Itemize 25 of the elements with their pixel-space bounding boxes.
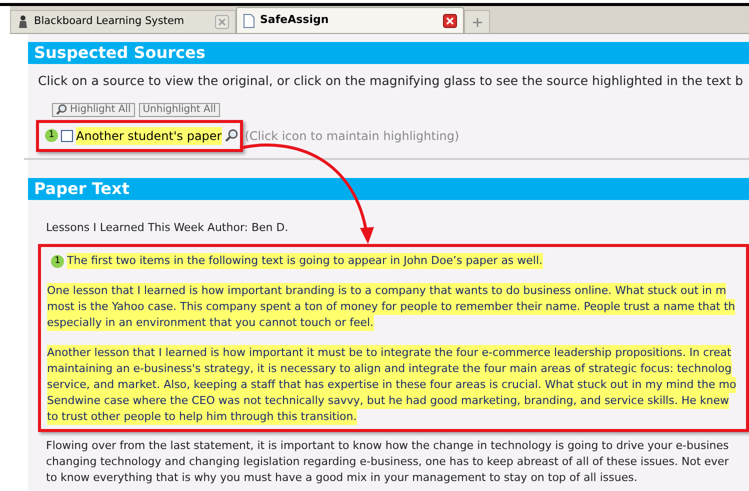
source-link[interactable]: Another student's paper: [76, 126, 222, 145]
new-tab-button[interactable]: [464, 10, 490, 33]
paragraph-line: to know everything that is why you must have a good mix in your management to stay on top of all issues.: [46, 470, 638, 486]
browser-tab[interactable]: Blackboard Learning System: [10, 10, 236, 33]
paper-heading: Lessons I Learned This Week Author: Ben D.: [45, 220, 290, 236]
page-icon: [243, 14, 255, 28]
magnifier-icon: [56, 104, 67, 116]
hint-text: (Click icon to maintain highlighting): [244, 128, 460, 145]
tab-label: SafeAssign: [260, 12, 330, 28]
close-icon[interactable]: [443, 14, 457, 28]
number-badge: 1: [45, 129, 58, 142]
section-header: Paper Text: [28, 178, 749, 200]
toolbar-button[interactable]: Highlight All: [52, 102, 135, 117]
tab-label: Blackboard Learning System: [34, 14, 186, 30]
magnifier-icon[interactable]: [224, 129, 238, 142]
paragraph-line: Flowing over from the last statement, it is important to know how the change in technology is going to drive your e-busines: [46, 438, 729, 454]
section-header: Suspected Sources: [28, 42, 749, 64]
checkbox[interactable]: [61, 130, 73, 142]
paragraph-line: changing technology and changing legislation regarding e-business, one has to keep abreast of all of these issues. Not ever: [46, 454, 729, 470]
number-badge: 1: [51, 254, 64, 268]
figure-icon: [17, 15, 29, 29]
browser-tab[interactable]: SafeAssign: [236, 7, 464, 33]
toolbar-button[interactable]: Unhighlight All: [138, 102, 220, 117]
plus-icon: [472, 18, 482, 26]
description-text: Click on a source to view the original, or click on the magnifying glass to see the source highlighted in the text b: [37, 72, 744, 90]
